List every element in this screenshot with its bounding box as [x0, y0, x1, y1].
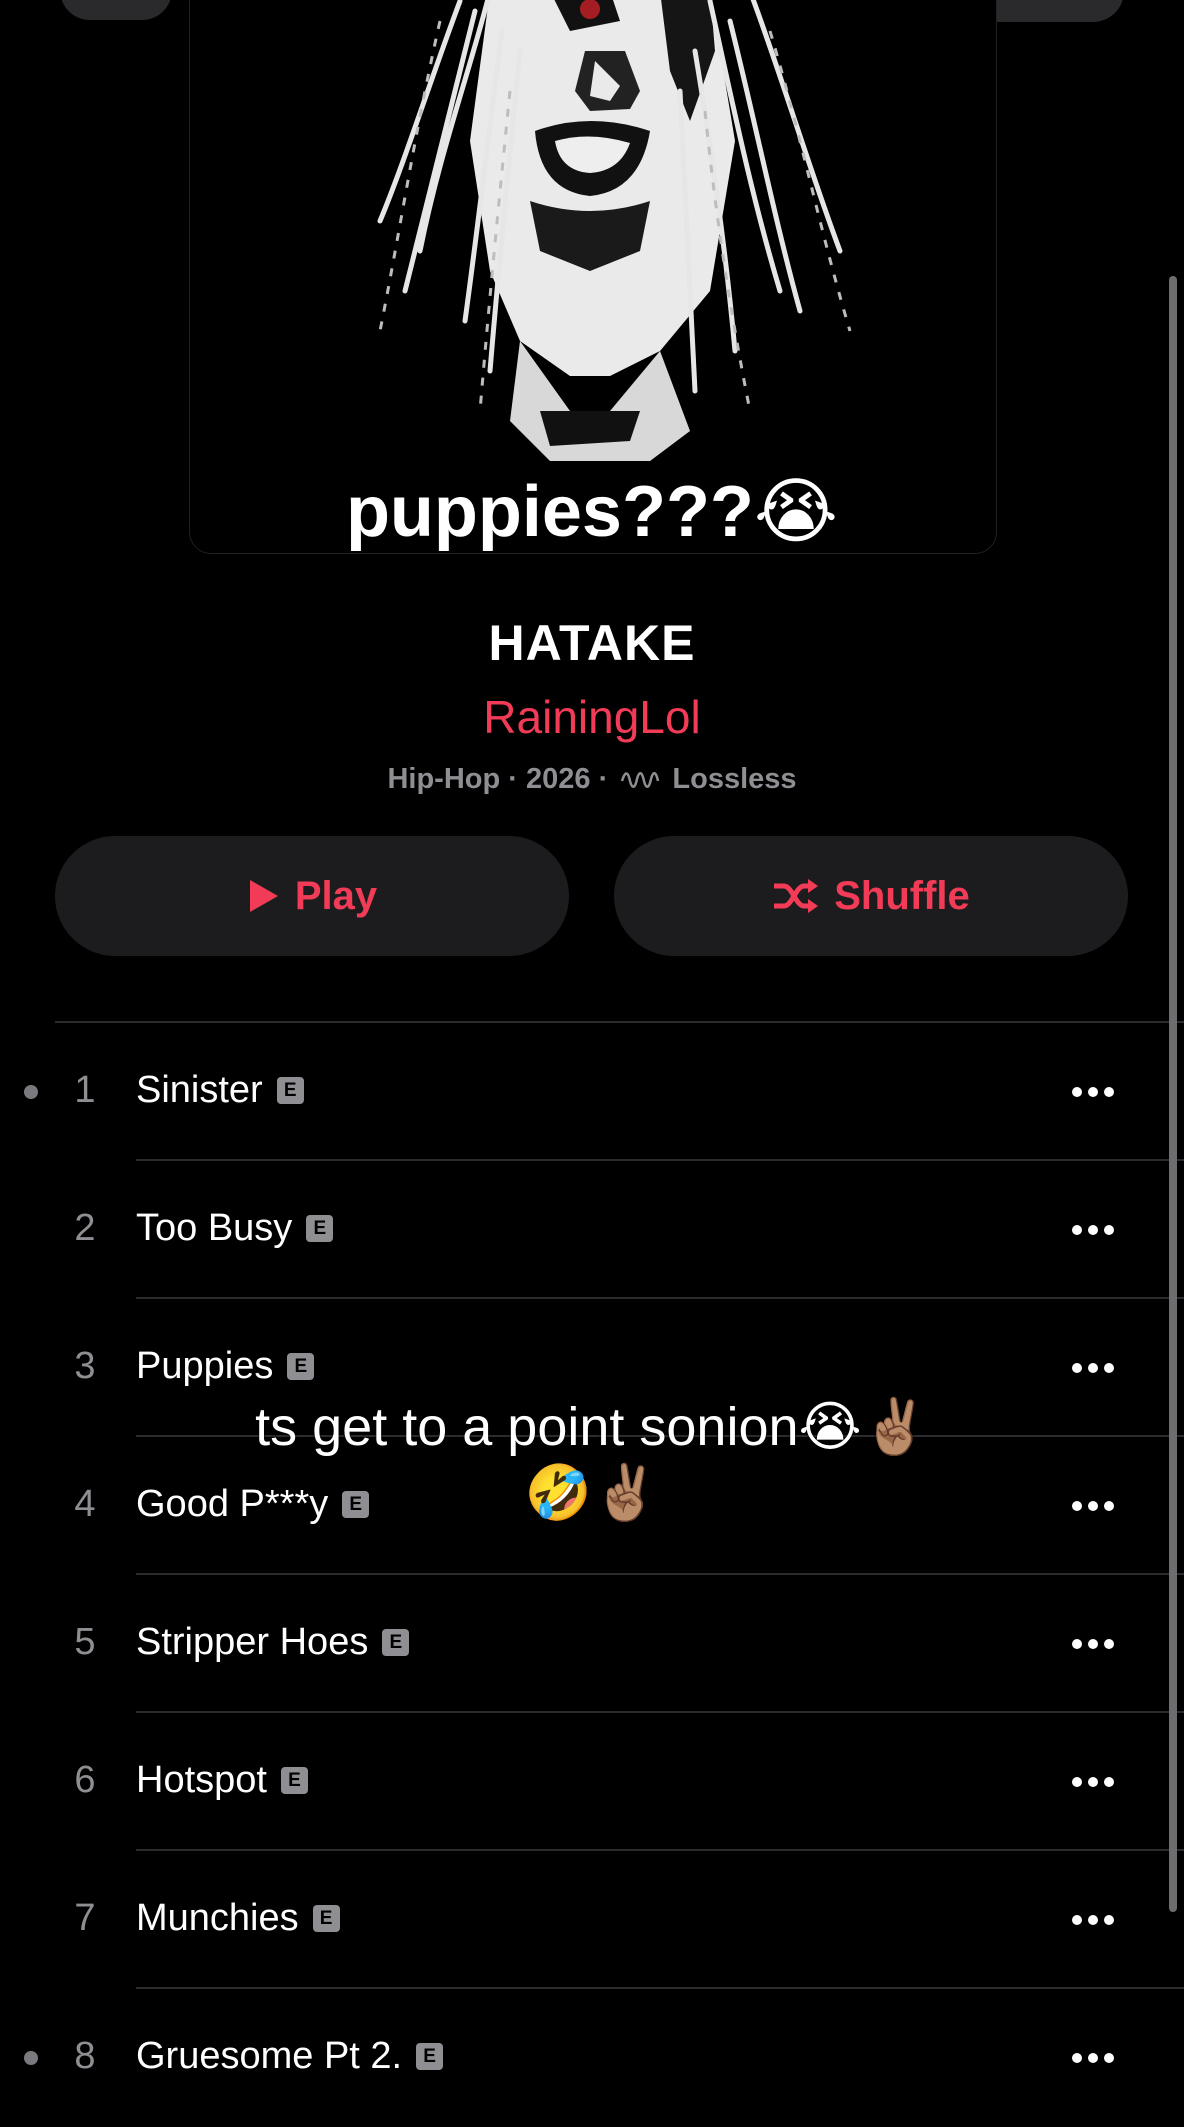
track-title: Puppies	[136, 1345, 274, 1387]
ellipsis-icon[interactable]	[1070, 1770, 1116, 1794]
track-title-group: Munchies E	[136, 1897, 340, 1940]
track-title: Too Busy	[136, 1207, 293, 1249]
play-button[interactable]: Play	[55, 836, 569, 956]
explicit-icon: E	[382, 1629, 410, 1656]
explicit-icon: E	[287, 1353, 315, 1380]
scrollbar[interactable]	[1169, 276, 1177, 1912]
track-title-group: Puppies E	[136, 1345, 315, 1388]
overlay-caption-mid: ts get to a point sonion😭✌🏽 🤣✌🏽	[0, 1394, 1184, 1526]
shuffle-button[interactable]: Shuffle	[614, 836, 1128, 956]
play-icon	[249, 880, 278, 912]
track-number: 7	[74, 1897, 96, 1939]
lossless-icon	[621, 772, 660, 789]
album-title: HATAKE	[488, 615, 696, 671]
track-title: Stripper Hoes	[136, 1621, 369, 1663]
track-title-group: Stripper Hoes E	[136, 1621, 410, 1664]
track-number: 2	[74, 1207, 96, 1249]
track-title: Munchies	[136, 1897, 299, 1939]
ellipsis-icon[interactable]	[1070, 1080, 1116, 1104]
playing-indicator	[24, 2051, 38, 2065]
playing-indicator	[24, 1085, 38, 1099]
track-title: Gruesome Pt 2.	[136, 2035, 403, 2077]
meta-separator: ·	[598, 762, 609, 795]
ellipsis-icon[interactable]	[1070, 1218, 1116, 1242]
meta-separator: ·	[508, 762, 518, 795]
track-row[interactable]: 6 Hotspot E	[0, 1713, 1184, 1851]
explicit-icon: E	[276, 1077, 304, 1104]
back-button[interactable]	[60, 0, 172, 20]
album-genre: Hip-Hop	[387, 762, 501, 795]
ellipsis-icon[interactable]	[1070, 1356, 1116, 1380]
explicit-icon: E	[312, 1905, 340, 1932]
track-title: Sinister	[136, 1069, 263, 1111]
track-title-group: Too Busy E	[136, 1207, 334, 1250]
explicit-icon: E	[416, 2043, 444, 2070]
overlay-caption-top: puppies???😭	[345, 472, 839, 552]
track-row[interactable]: 5 Stripper Hoes E	[0, 1575, 1184, 1713]
track-title-group: Hotspot E	[136, 1759, 308, 1802]
ellipsis-icon[interactable]	[1070, 2046, 1116, 2070]
track-row[interactable]: 2 Too Busy E	[0, 1161, 1184, 1299]
track-row[interactable]: 7 Munchies E	[0, 1851, 1184, 1989]
track-number: 3	[74, 1345, 96, 1387]
shuffle-label: Shuffle	[834, 873, 970, 918]
track-title-group: Sinister E	[136, 1069, 304, 1112]
track-title: Hotspot	[136, 1759, 267, 1801]
track-number: 6	[74, 1759, 96, 1801]
shuffle-icon	[774, 879, 819, 913]
explicit-icon: E	[280, 1767, 308, 1794]
overlay-caption-line-2: 🤣✌🏽	[524, 1463, 660, 1523]
ellipsis-icon[interactable]	[1070, 1908, 1116, 1932]
track-number: 5	[74, 1621, 96, 1663]
play-label: Play	[294, 873, 378, 918]
track-row[interactable]: 1 Sinister E	[0, 1023, 1184, 1161]
album-meta: Hip-Hop · 2026 · Lossless	[0, 762, 1184, 796]
album-year: 2026	[526, 762, 591, 795]
album-quality: Lossless	[672, 762, 797, 795]
artist-link[interactable]: RainingLol	[0, 690, 1184, 744]
track-title-group: Gruesome Pt 2. E	[136, 2035, 444, 2078]
track-row[interactable]: 8 Gruesome Pt 2. E	[0, 1989, 1184, 2127]
ellipsis-icon[interactable]	[1070, 1632, 1116, 1656]
explicit-icon: E	[306, 1215, 334, 1242]
track-number: 1	[74, 1069, 96, 1111]
overlay-caption-line-1: ts get to a point sonion😭✌🏽	[255, 1397, 929, 1457]
track-number: 8	[74, 2035, 96, 2077]
